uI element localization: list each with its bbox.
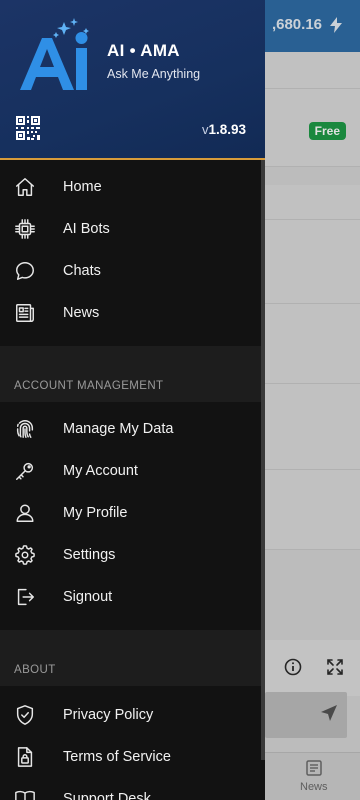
menu-item-label: Terms of Service	[63, 749, 171, 765]
section-header-about: ABOUT	[0, 630, 265, 686]
menu-item-terms-of-service[interactable]: Terms of Service	[0, 736, 265, 778]
menu-item-label: Settings	[63, 547, 116, 563]
qr-code-icon[interactable]	[16, 116, 40, 140]
menu-item-manage-my-data[interactable]: Manage My Data	[0, 408, 265, 450]
menu-item-label: Signout	[63, 589, 113, 605]
document-lock-icon	[14, 746, 36, 768]
app-subtitle: Ask Me Anything	[107, 67, 201, 81]
menu-item-privacy-policy[interactable]: Privacy Policy	[0, 694, 265, 736]
menu-item-my-profile[interactable]: My Profile	[0, 492, 265, 534]
menu-item-ai-bots[interactable]: AI Bots	[0, 208, 265, 250]
newspaper-icon	[14, 302, 36, 324]
menu-item-label: Chats	[63, 263, 101, 279]
menu-item-settings[interactable]: Settings	[0, 534, 265, 576]
app-title: AI • AMA	[107, 41, 180, 60]
main-menu: Home AI Bots Chats News	[0, 160, 265, 346]
drawer-header: AI • AMA Ask Me Anything v1.8.93	[0, 0, 265, 160]
chat-bubble-icon	[14, 260, 36, 282]
navigation-drawer: AI • AMA Ask Me Anything v1.8.93 Home AI…	[0, 0, 265, 800]
fingerprint-icon	[14, 418, 36, 440]
menu-item-label: Support Desk	[63, 791, 151, 800]
logout-icon	[14, 586, 36, 608]
menu-item-home[interactable]: Home	[0, 166, 265, 208]
menu-item-news[interactable]: News	[0, 292, 265, 334]
account-menu: Manage My Data My Account My Profile Set…	[0, 402, 265, 630]
menu-item-my-account[interactable]: My Account	[0, 450, 265, 492]
chip-icon	[14, 218, 36, 240]
menu-item-label: News	[63, 305, 100, 321]
drawer-scrollbar[interactable]	[261, 160, 265, 760]
menu-item-label: AI Bots	[63, 221, 110, 237]
menu-item-chats[interactable]: Chats	[0, 250, 265, 292]
menu-item-label: My Account	[63, 463, 138, 479]
menu-item-label: Home	[63, 179, 102, 195]
shield-check-icon	[14, 704, 36, 726]
menu-item-label: Manage My Data	[63, 421, 174, 437]
version-number: 1.8.93	[208, 122, 246, 137]
about-menu: Privacy Policy Terms of Service Support …	[0, 686, 265, 800]
gear-icon	[14, 544, 36, 566]
menu-item-label: My Profile	[63, 505, 128, 521]
key-icon	[14, 460, 36, 482]
menu-item-support-desk[interactable]: Support Desk	[0, 778, 265, 800]
user-icon	[14, 502, 36, 524]
app-version: v1.8.93	[202, 122, 246, 137]
home-icon	[14, 176, 36, 198]
section-header-account: ACCOUNT MANAGEMENT	[0, 346, 265, 402]
app-logo	[20, 18, 89, 90]
book-icon	[14, 788, 36, 800]
menu-item-signout[interactable]: Signout	[0, 576, 265, 618]
menu-item-label: Privacy Policy	[63, 707, 154, 723]
